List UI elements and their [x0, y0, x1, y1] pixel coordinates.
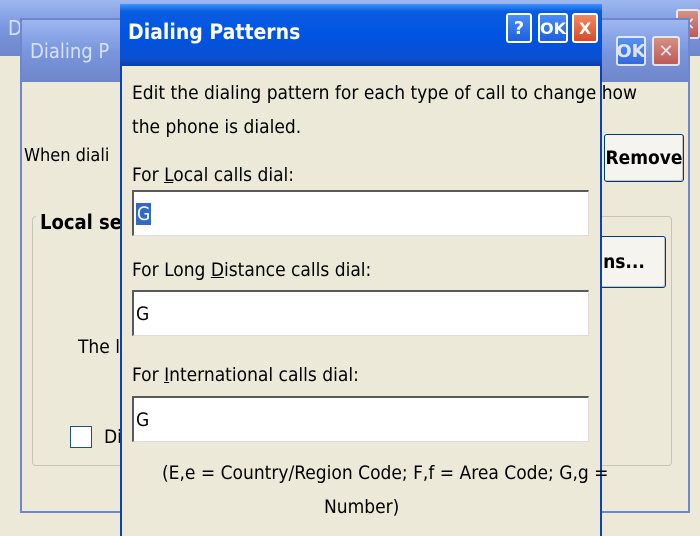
long-distance-label-post: istance calls dial:	[224, 259, 372, 281]
long-distance-input[interactable]: G	[132, 290, 589, 336]
local-calls-label-post: ocal calls dial:	[173, 164, 295, 186]
mid-close-button[interactable]: ✕	[652, 36, 680, 66]
dialing-patterns-dialog: Dialing Patterns ? OK X Edit the dialing…	[120, 4, 637, 536]
when-dialing-label: When diali	[24, 145, 110, 166]
instructions-line-1: Edit the dialing pattern for each type o…	[132, 82, 637, 104]
local-settings-group-title: Local se	[36, 210, 126, 234]
long-distance-label-pre: For Long	[132, 259, 211, 281]
international-label: For International calls dial:	[132, 364, 359, 386]
mid-ok-button[interactable]: OK	[616, 36, 646, 66]
international-label-post: nternational calls dial:	[169, 364, 359, 386]
long-distance-label: For Long Distance calls dial:	[132, 259, 371, 281]
help-button[interactable]: ?	[506, 13, 532, 43]
remove-button[interactable]: Remove	[604, 134, 684, 182]
long-distance-value: G	[136, 302, 150, 325]
legend-line-2: Number)	[324, 496, 400, 518]
legend-line-1: (E,e = Country/Region Code; F,f = Area C…	[162, 462, 609, 484]
international-value: G	[136, 408, 150, 431]
international-label-pre: For	[132, 364, 165, 386]
international-input[interactable]: G	[132, 396, 589, 442]
dial-checkbox[interactable]	[70, 426, 92, 448]
ok-button[interactable]: OK	[538, 13, 568, 43]
local-calls-label: For Local calls dial:	[132, 164, 294, 186]
description-partial-text: The l	[78, 336, 120, 358]
local-calls-value: G	[136, 202, 152, 225]
dialing-patterns-titlebar: Dialing Patterns ? OK X	[120, 4, 602, 66]
close-button[interactable]: X	[572, 13, 598, 43]
instructions-line-2: the phone is dialed.	[132, 116, 302, 138]
dialog-title: Dialing Patterns	[128, 20, 301, 44]
local-calls-label-accesskey: L	[164, 164, 174, 186]
local-calls-input[interactable]: G	[132, 190, 589, 236]
mid-window-title: Dialing P	[30, 39, 110, 63]
long-distance-label-accesskey: D	[210, 259, 224, 281]
local-calls-label-pre: For	[132, 164, 165, 186]
